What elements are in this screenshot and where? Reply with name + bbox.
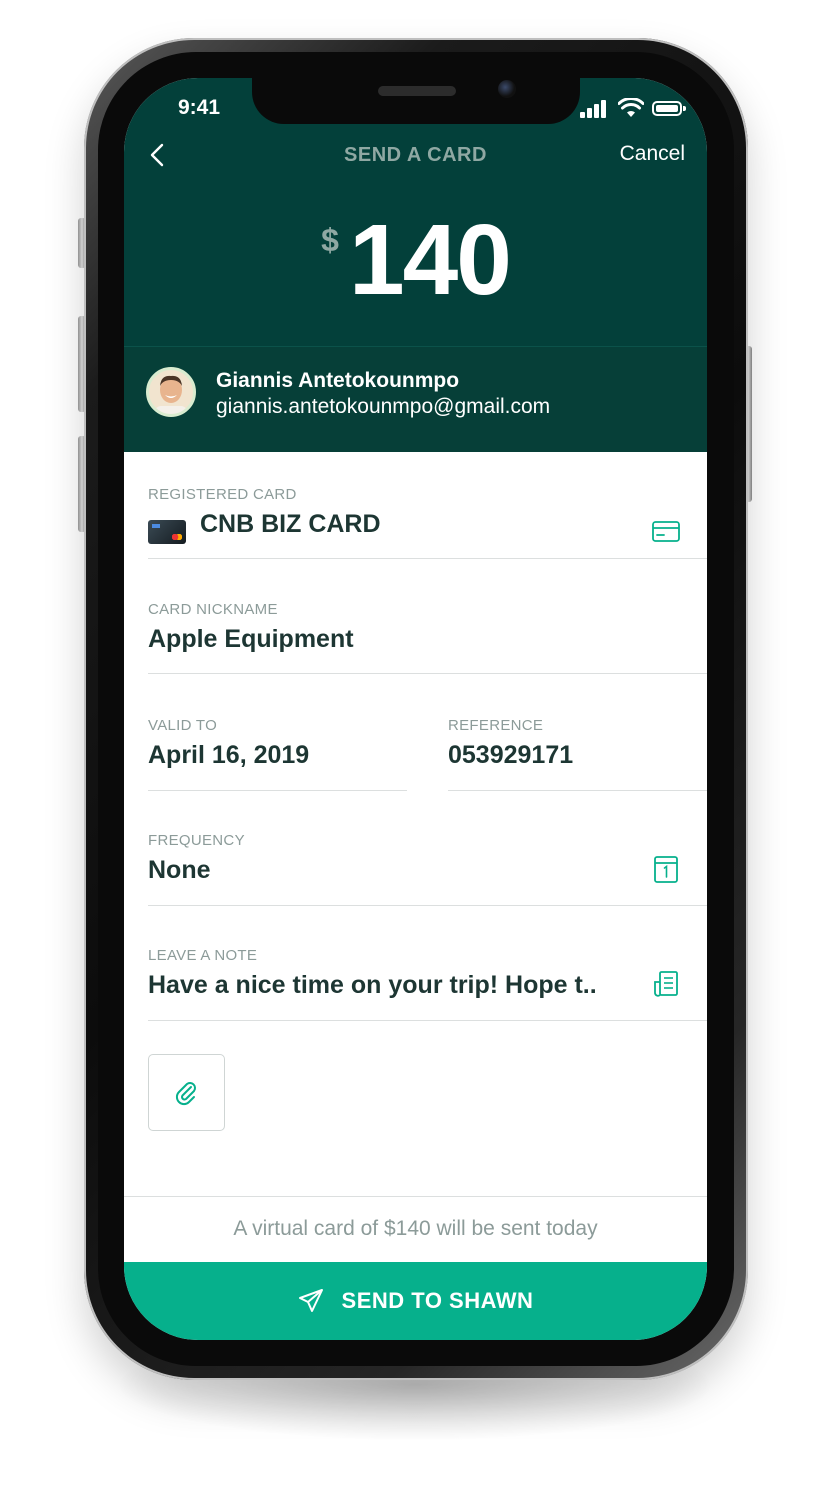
divider [448, 790, 707, 791]
valid-to-value: April 16, 2019 [148, 741, 310, 769]
field-label: VALID TO [148, 717, 218, 734]
credit-card-icon[interactable] [651, 516, 681, 546]
divider [148, 558, 707, 559]
field-label: LEAVE A NOTE [148, 947, 258, 964]
note-value: Have a nice time on your trip! Hope t.. [148, 971, 597, 999]
send-button-label: SEND TO SHAWN [341, 1288, 534, 1313]
recipient-email: giannis.antetokounmpo@gmail.com [216, 395, 551, 418]
front-camera [498, 80, 516, 98]
valid-to-field[interactable]: VALID TO April 16, 2019 [148, 717, 407, 791]
paperclip-icon [175, 1081, 196, 1105]
status-icons [580, 98, 690, 120]
signal-icon [580, 100, 610, 118]
send-button[interactable]: SEND TO SHAWN [124, 1262, 707, 1340]
amount-currency: $ [321, 222, 339, 258]
note-icon[interactable] [651, 969, 681, 999]
registered-card-field[interactable]: REGISTERED CARD CNB BIZ CARD [148, 486, 707, 559]
reference-field[interactable]: REFERENCE 053929171 [448, 717, 707, 791]
frequency-value: None [148, 856, 211, 884]
card-nickname-value: Apple Equipment [148, 625, 354, 653]
amount-display: $140 [124, 208, 707, 318]
phone-notch [252, 78, 580, 124]
field-label: REGISTERED CARD [148, 486, 297, 503]
send-button-content: SEND TO SHAWN [298, 1262, 534, 1340]
recipient-name: Giannis Antetokounmpo [216, 369, 460, 392]
divider [148, 1020, 707, 1021]
card-thumbnail-icon [148, 520, 186, 544]
note-field[interactable]: LEAVE A NOTE Have a nice time on your tr… [148, 947, 707, 1021]
delivery-note: A virtual card of $140 will be sent toda… [124, 1196, 707, 1262]
registered-card-value: CNB BIZ CARD [200, 510, 381, 538]
amount-value: 140 [348, 204, 512, 316]
frequency-field[interactable]: FREQUENCY None [148, 832, 707, 906]
calendar-icon[interactable] [651, 854, 681, 884]
field-label: FREQUENCY [148, 832, 245, 849]
reference-value: 053929171 [448, 741, 574, 769]
recipient-row[interactable]: Giannis Antetokounmpo giannis.antetokoun… [124, 346, 707, 452]
wifi-icon [618, 98, 644, 117]
speaker-grille [378, 86, 456, 96]
cancel-button[interactable]: Cancel [620, 142, 685, 166]
field-label: CARD NICKNAME [148, 601, 278, 618]
card-nickname-field[interactable]: CARD NICKNAME Apple Equipment [148, 601, 707, 674]
battery-icon [652, 101, 686, 116]
add-attachment-button[interactable] [148, 1054, 225, 1131]
send-card-form: REGISTERED CARD CNB BIZ CARD CARD NICKNA… [124, 452, 707, 1196]
status-time: 9:41 [178, 96, 221, 119]
divider [148, 905, 707, 906]
divider [148, 673, 707, 674]
paper-plane-icon [298, 1289, 323, 1312]
field-label: REFERENCE [448, 717, 544, 734]
phone-screen: 9:41 SEND A CARD Cancel $140 Giannis Ant… [124, 78, 707, 1340]
avatar [146, 367, 196, 417]
divider [148, 790, 407, 791]
